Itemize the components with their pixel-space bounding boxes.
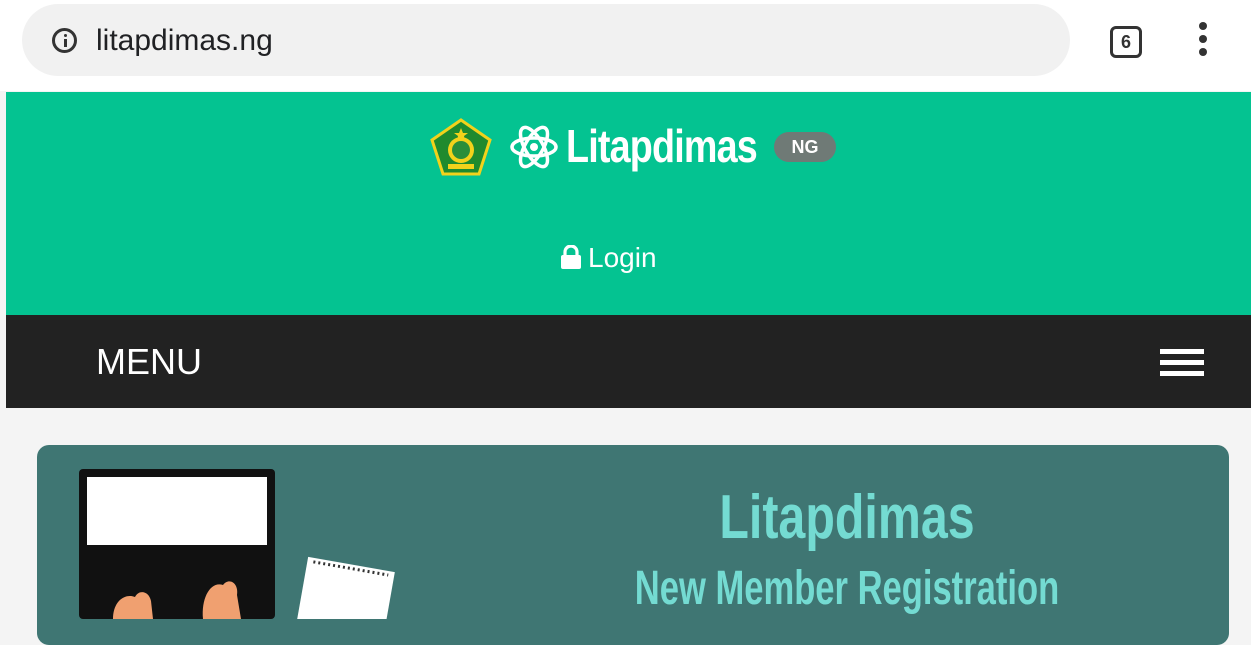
login-link[interactable]: Login <box>560 240 657 276</box>
registration-banner[interactable]: Litapdimas New Member Registration <box>37 445 1229 645</box>
kebab-menu-icon[interactable] <box>1198 22 1208 58</box>
address-bar[interactable]: litapdimas.ng <box>22 4 1070 76</box>
banner-subtitle: New Member Registration <box>634 562 1060 615</box>
banner-title: Litapdimas <box>719 483 975 552</box>
brand-badge: NG <box>774 132 836 162</box>
login-label: Login <box>588 242 657 273</box>
menu-label[interactable]: MENU <box>96 341 202 383</box>
atom-icon <box>510 125 558 169</box>
laptop-illustration <box>79 469 395 619</box>
url-text[interactable]: litapdimas.ng <box>96 24 273 58</box>
browser-toolbar: litapdimas.ng 6 <box>0 0 1251 91</box>
brand-name: Litapdimas <box>566 120 758 172</box>
info-icon[interactable] <box>52 28 77 53</box>
tab-switcher-button[interactable]: 6 <box>1110 26 1142 58</box>
ministry-emblem-icon <box>430 118 492 176</box>
hamburger-icon[interactable] <box>1160 349 1204 377</box>
lock-icon <box>561 245 581 270</box>
brand-logo[interactable]: Litapdimas NG <box>430 118 850 178</box>
navigation-bar: MENU <box>6 315 1251 408</box>
site-header: Litapdimas NG Login <box>6 92 1251 315</box>
